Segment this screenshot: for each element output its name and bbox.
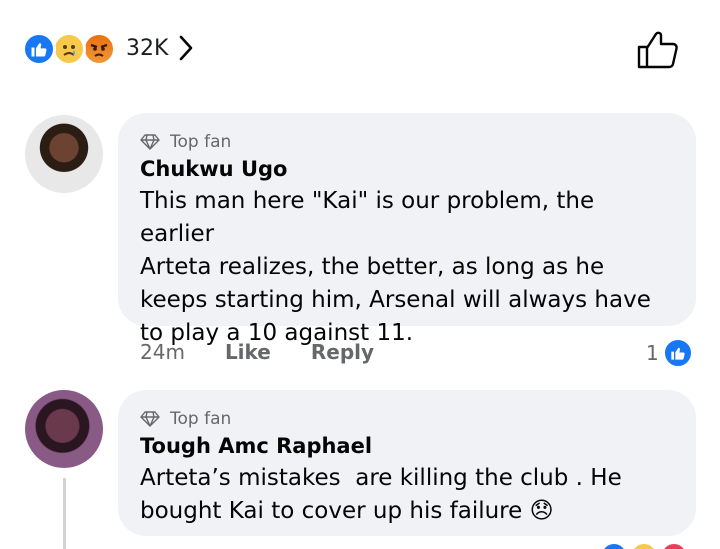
chevron-right-icon[interactable] [178,35,194,61]
diamond-icon [140,411,160,427]
comment-timestamp[interactable]: 24m [140,340,185,364]
love-icon [660,542,688,549]
comment-like-count[interactable]: 1 [646,338,693,368]
top-fan-badge[interactable]: Top fan [140,408,674,430]
badge-label: Top fan [170,132,232,152]
comment-text: This man here "Kai" is our problem, the … [140,188,651,346]
sad-icon [630,542,658,549]
top-fan-badge[interactable]: Top fan [140,131,674,153]
comment-reactions-peek[interactable] [600,542,696,549]
comment-text: Arteta’s mistakes are killing the club .… [140,465,622,524]
sad-icon [52,32,86,66]
avatar[interactable] [25,115,103,193]
like-outline-icon[interactable] [636,30,680,70]
reaction-summary[interactable]: 32K [22,28,194,68]
reaction-icons [22,30,122,66]
like-icon [600,542,628,549]
comment-author[interactable]: Chukwu Ugo [140,155,674,183]
comment-actions: 24m Like Reply [140,340,414,364]
angry-icon [82,32,116,66]
thread-line [63,478,66,549]
diamond-icon [140,134,160,150]
avatar[interactable] [25,390,103,468]
badge-label: Top fan [170,409,232,429]
comment-bubble: Top fan Chukwu Ugo This man here "Kai" i… [118,113,696,346]
comment-author[interactable]: Tough Amc Raphael [140,432,674,460]
like-button[interactable]: Like [225,340,271,364]
like-icon [22,32,56,66]
reply-button[interactable]: Reply [311,340,374,364]
reaction-count[interactable]: 32K [126,36,168,61]
like-icon [662,338,693,368]
comment-bubble: Top fan Tough Amc Raphael Arteta’s mista… [118,390,696,536]
like-count-value: 1 [646,341,659,365]
